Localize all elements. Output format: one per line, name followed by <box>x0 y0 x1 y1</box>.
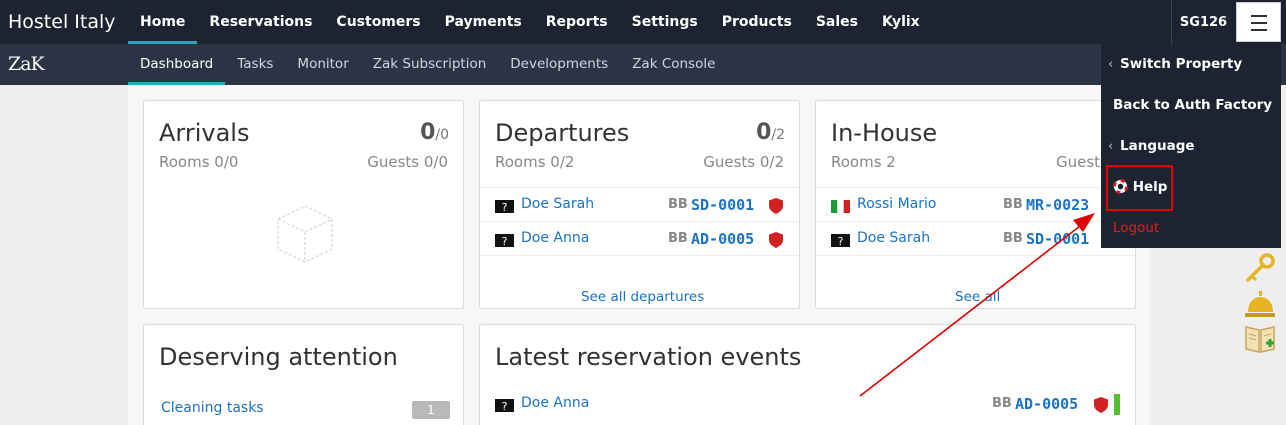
annotation-arrow <box>859 213 1095 397</box>
